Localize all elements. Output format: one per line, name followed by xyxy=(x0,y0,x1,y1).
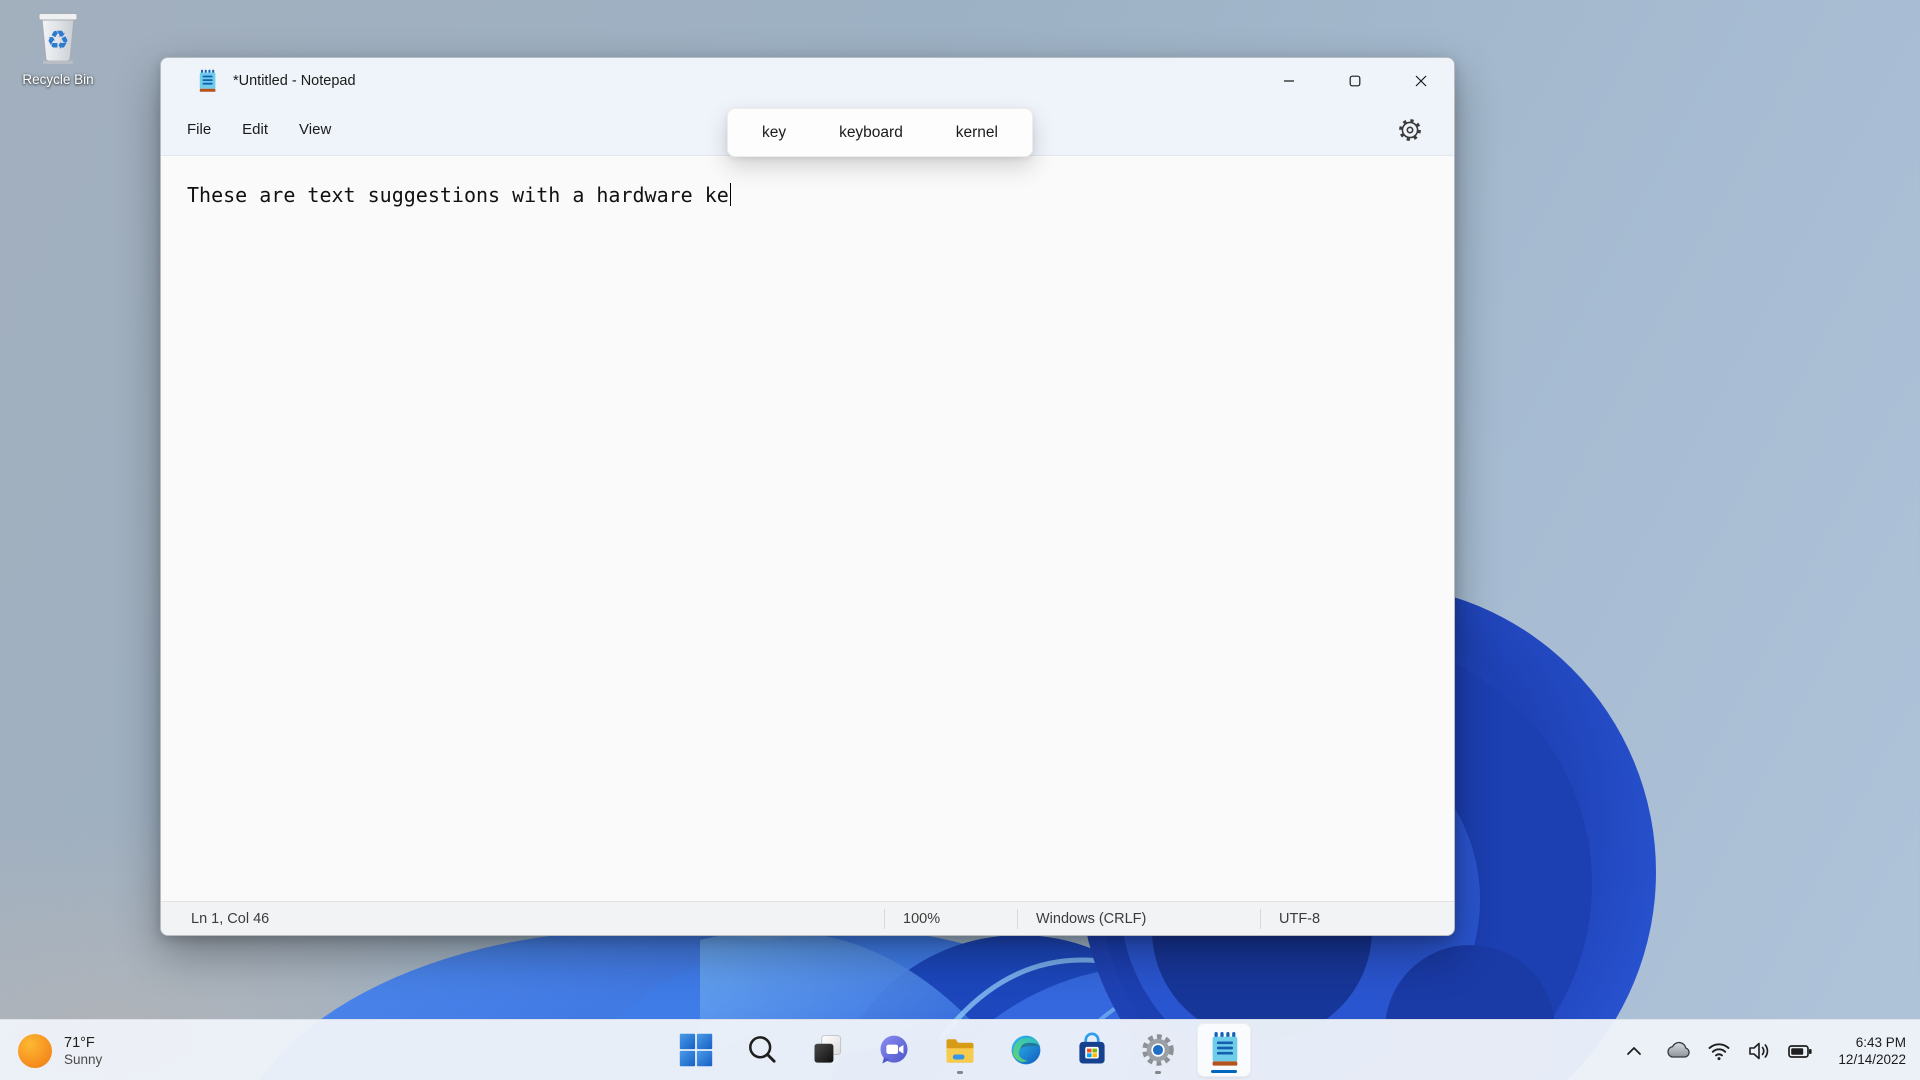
menu-file[interactable]: File xyxy=(173,114,225,145)
file-explorer-icon xyxy=(946,1039,974,1063)
suggestion-kernel[interactable]: kernel xyxy=(948,120,1006,146)
store-button[interactable] xyxy=(1065,1023,1119,1077)
zoom-level-status: 100% xyxy=(884,908,1017,929)
minimize-icon xyxy=(1284,80,1294,82)
system-tray: 6:43 PM 12/14/2022 xyxy=(1616,1020,1920,1080)
clock-widget[interactable]: 6:43 PM 12/14/2022 xyxy=(1830,1030,1920,1072)
chevron-up-icon xyxy=(1627,1046,1642,1055)
wifi-icon xyxy=(1708,1042,1730,1060)
windows-start-icon xyxy=(679,1033,713,1067)
chat-icon xyxy=(880,1035,908,1064)
settings-button[interactable] xyxy=(1390,112,1430,148)
maximize-icon xyxy=(1349,75,1361,87)
recycle-bin-shortcut[interactable]: ♻ Recycle Bin xyxy=(8,8,108,87)
desktop[interactable]: { "desktop": { "recycle_bin_label": "Rec… xyxy=(0,0,1920,1080)
suggestion-key[interactable]: key xyxy=(754,120,794,146)
minimize-button[interactable] xyxy=(1256,58,1322,104)
microsoft-store-icon xyxy=(1079,1032,1105,1064)
close-button[interactable] xyxy=(1388,58,1454,104)
clock-time: 6:43 PM xyxy=(1855,1034,1906,1050)
file-explorer-button[interactable] xyxy=(933,1023,987,1077)
taskbar: 71°F Sunny 6:43 PM 12/14/2022 xyxy=(0,1019,1920,1080)
weather-widget[interactable]: 71°F Sunny xyxy=(8,1025,112,1076)
weather-condition: Sunny xyxy=(64,1051,103,1067)
text-suggestions-popup: key keyboard kernel xyxy=(727,108,1033,157)
encoding-status: UTF-8 xyxy=(1260,908,1454,929)
search-button[interactable] xyxy=(735,1023,789,1077)
menu-edit[interactable]: Edit xyxy=(228,114,282,145)
settings-app-gear-icon xyxy=(1142,1034,1174,1066)
edge-icon xyxy=(1011,1035,1041,1065)
line-ending-status: Windows (CRLF) xyxy=(1017,908,1260,929)
window-titlebar[interactable]: *Untitled - Notepad xyxy=(161,58,1454,104)
notepad-app-icon xyxy=(199,69,216,92)
recycle-bin-icon: ♻ xyxy=(38,13,78,64)
clock-date: 12/14/2022 xyxy=(1838,1051,1906,1067)
edge-button[interactable] xyxy=(999,1023,1053,1077)
text-cursor xyxy=(729,183,732,206)
cursor-position-status: Ln 1, Col 46 xyxy=(191,910,270,927)
window-title: *Untitled - Notepad xyxy=(233,73,356,89)
chat-button[interactable] xyxy=(867,1023,921,1077)
notepad-icon xyxy=(1212,1031,1238,1066)
maximize-button[interactable] xyxy=(1322,58,1388,104)
text-editor-area[interactable]: These are text suggestions with a hardwa… xyxy=(161,156,1454,901)
battery-icon xyxy=(1788,1044,1813,1058)
task-view-button[interactable] xyxy=(801,1023,855,1077)
notepad-taskbar-button[interactable] xyxy=(1197,1023,1251,1077)
settings-gear-icon xyxy=(1399,118,1421,141)
battery-tray-button[interactable] xyxy=(1780,1031,1820,1071)
active-app-indicator xyxy=(1211,1069,1237,1073)
onedrive-tray-button[interactable] xyxy=(1658,1031,1698,1071)
start-button[interactable] xyxy=(669,1023,723,1077)
running-indicator xyxy=(1155,1071,1161,1074)
search-icon xyxy=(749,1036,776,1063)
sun-weather-icon xyxy=(18,1033,52,1068)
volume-icon xyxy=(1749,1042,1769,1059)
svg-text:♻: ♻ xyxy=(46,26,69,56)
status-bar: Ln 1, Col 46 100% Windows (CRLF) UTF-8 xyxy=(161,901,1454,935)
running-indicator xyxy=(957,1071,963,1074)
tray-overflow-button[interactable] xyxy=(1616,1031,1652,1071)
task-view-icon xyxy=(814,1035,842,1063)
suggestion-keyboard[interactable]: keyboard xyxy=(831,120,911,146)
taskbar-app-icons xyxy=(669,1023,1251,1077)
volume-tray-button[interactable] xyxy=(1740,1031,1778,1071)
settings-app-button[interactable] xyxy=(1131,1023,1185,1077)
onedrive-cloud-icon xyxy=(1667,1041,1691,1058)
network-tray-button[interactable] xyxy=(1700,1031,1738,1071)
close-icon xyxy=(1415,75,1427,87)
recycle-bin-label: Recycle Bin xyxy=(22,72,94,87)
menu-view[interactable]: View xyxy=(285,114,345,145)
weather-temperature: 71°F xyxy=(64,1034,95,1051)
notepad-window: *Untitled - Notepad File Edit View key k… xyxy=(160,57,1455,936)
editor-text: These are text suggestions with a hardwa… xyxy=(187,183,729,207)
